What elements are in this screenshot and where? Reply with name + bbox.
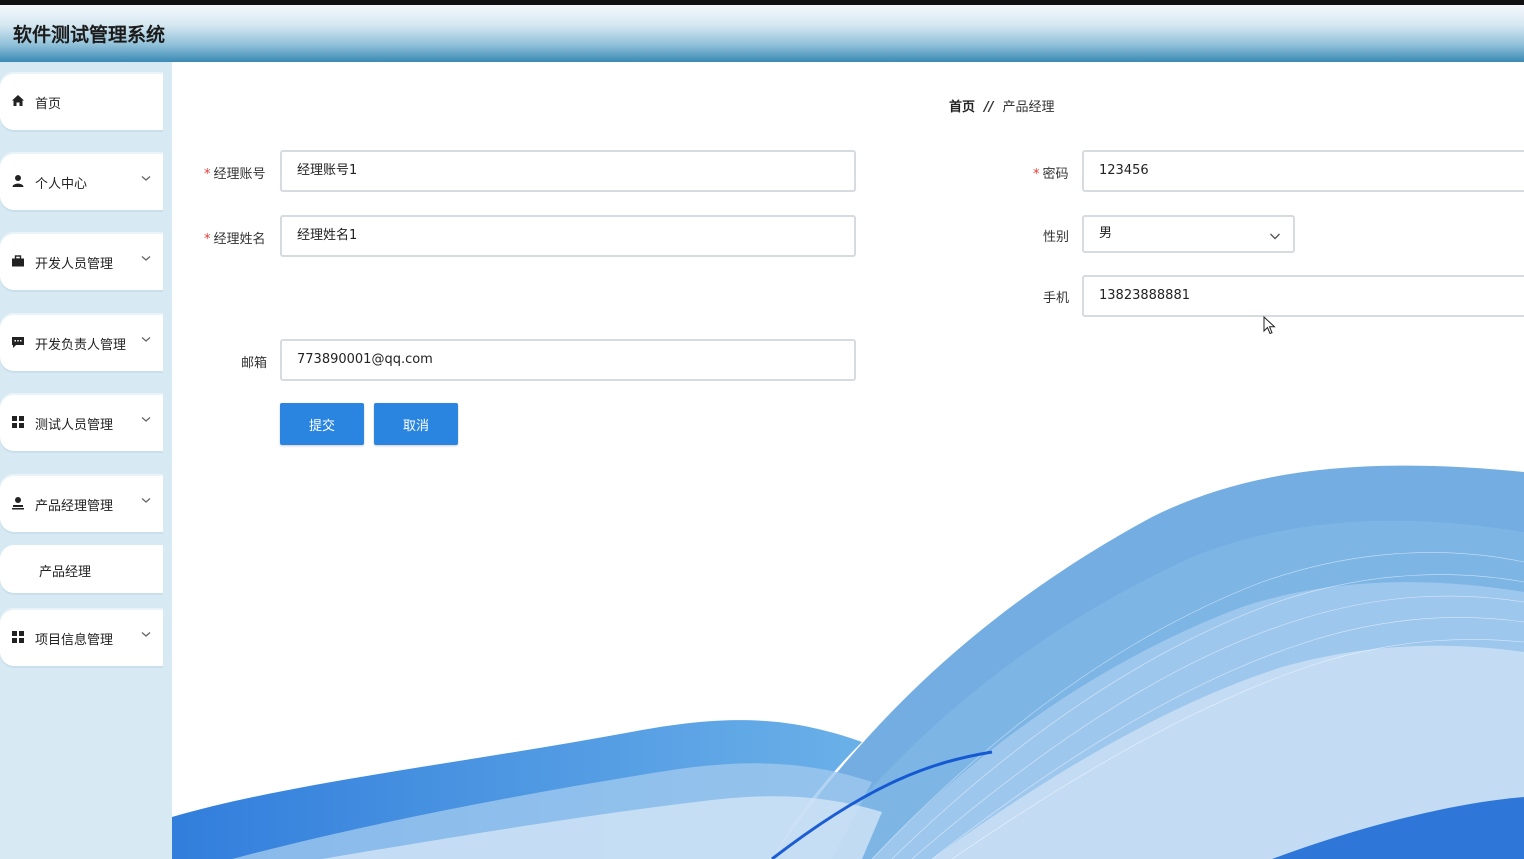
sidebar-item-projects[interactable]: 项目信息管理 [0,608,163,666]
sidebar-item-label: 开发负责人管理 [35,338,127,353]
chevron-down-icon [141,176,151,181]
sidebar-item-testers[interactable]: 测试人员管理 [0,393,163,451]
sidebar-item-home[interactable]: 首页 [0,72,163,130]
sidebar-item-label: 个人中心 [35,177,88,192]
app-title: 软件测试管理系统 [13,24,166,46]
sidebar-item-label: 项目信息管理 [35,633,114,648]
account-label: * 经理账号 [204,167,266,182]
main-content: 首页 // 产品经理 * 经理账号 经理账号1 * 密码 123456 * 经理姓名 经理… [172,62,1524,859]
chevron-down-icon [141,632,151,637]
phone-label: 手机 [1043,291,1070,306]
sidebar-item-product-managers[interactable]: 产品经理管理 [0,474,163,532]
gender-value: 男 [1099,226,1113,241]
chevron-down-icon [1270,233,1280,240]
gender-label: 性别 [1043,230,1070,245]
password-label: * 密码 [1033,167,1069,182]
gender-select[interactable]: 男 [1082,215,1295,253]
chat-icon [12,337,24,348]
sidebar-item-developers[interactable]: 开发人员管理 [0,232,163,290]
email-label: 邮箱 [241,356,268,371]
grid-icon [12,631,24,643]
mouse-cursor-icon [1263,316,1276,335]
required-mark: * [204,232,211,247]
required-mark: * [1033,167,1040,182]
account-field[interactable]: 经理账号1 [280,150,856,192]
name-label: * 经理姓名 [204,232,266,247]
sidebar-subitem-label: 产品经理 [39,565,92,580]
breadcrumb-home[interactable]: 首页 [949,100,975,115]
email-field[interactable]: 773890001@qq.com [280,339,856,381]
sidebar-item-profile[interactable]: 个人中心 [0,152,163,210]
breadcrumb-separator: // [984,100,994,115]
name-field[interactable]: 经理姓名1 [280,215,856,257]
app-header: 软件测试管理系统 [0,5,1524,62]
grid-icon [12,416,24,428]
password-field[interactable]: 123456 [1082,150,1524,192]
required-mark: * [204,167,211,182]
home-icon [12,95,24,106]
briefcase-icon [12,255,24,267]
breadcrumb: 首页 // 产品经理 [949,96,1055,115]
sidebar-item-label: 首页 [35,97,62,112]
cancel-button[interactable]: 取消 [374,403,458,445]
sidebar-item-label: 产品经理管理 [35,499,114,514]
chevron-down-icon [141,498,151,503]
chevron-down-icon [141,417,151,422]
sidebar-item-label: 测试人员管理 [35,418,114,433]
person-icon [12,497,24,510]
breadcrumb-current: 产品经理 [1002,100,1055,115]
sidebar-item-dev-leads[interactable]: 开发负责人管理 [0,313,163,371]
submit-button[interactable]: 提交 [280,403,364,445]
chevron-down-icon [141,256,151,261]
sidebar: 首页 个人中心 开发人员管理 开发负责人管理 测试人员管理 产品经理管理 产品经… [0,62,172,859]
chevron-down-icon [141,337,151,342]
sidebar-subitem-product-manager[interactable]: 产品经理 [0,545,163,593]
user-icon [12,175,24,187]
sidebar-item-label: 开发人员管理 [35,257,114,272]
phone-field[interactable]: 13823888881 [1082,275,1524,317]
